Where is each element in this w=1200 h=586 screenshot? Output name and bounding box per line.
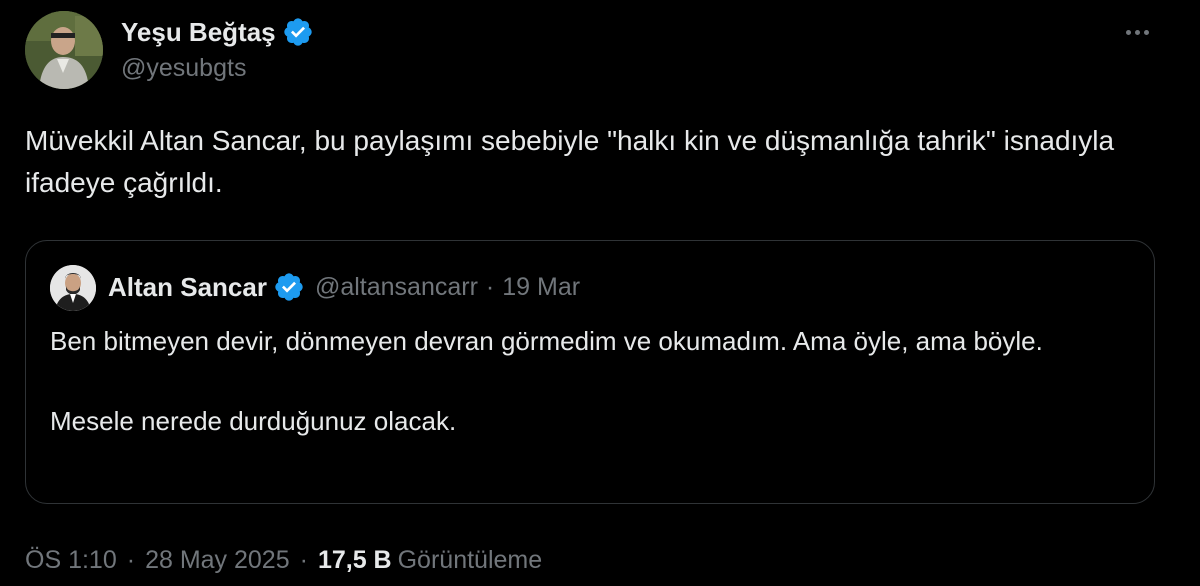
tweet-date[interactable]: 28 May 2025 — [145, 546, 290, 575]
author-avatar[interactable] — [25, 11, 103, 89]
quoted-author-handle[interactable]: @altansancarr — [315, 273, 478, 302]
more-horizontal-icon — [1124, 29, 1151, 35]
author-name-row: Yeşu Beğtaş — [121, 14, 314, 50]
quoted-tweet-date[interactable]: 19 Mar — [502, 273, 580, 302]
tweet-text: Müvekkil Altan Sancar, bu paylaşımı sebe… — [25, 125, 1115, 198]
author-display-name[interactable]: Yeşu Beğtaş — [121, 17, 276, 48]
quoted-tweet-text: Ben bitmeyen devir, dönmeyen devran görm… — [50, 326, 1043, 436]
views-label: Görüntüleme — [397, 545, 543, 574]
verified-badge-icon[interactable] — [282, 16, 314, 48]
separator-dot: · — [126, 545, 136, 574]
quoted-author-display-name[interactable]: Altan Sancar — [108, 272, 267, 303]
verified-badge-icon[interactable] — [273, 271, 305, 303]
person-photo-avatar-icon — [50, 265, 96, 311]
quoted-tweet-header: Altan Sancar @altansancarr · 19 Mar — [108, 269, 580, 305]
author-handle[interactable]: @yesubgts — [121, 54, 246, 83]
separator-dot: · — [485, 272, 495, 301]
quoted-tweet-card[interactable]: Altan Sancar @altansancarr · 19 Mar Ben … — [25, 240, 1155, 504]
person-photo-avatar-icon — [25, 11, 103, 89]
quoted-author-avatar[interactable] — [50, 265, 96, 311]
separator-dot: · — [299, 545, 308, 574]
tweet-meta: ÖS 1:10 · 28 May 2025 · 17,5 B Görüntüle… — [25, 542, 542, 578]
views-count[interactable]: 17,5 B — [318, 546, 392, 575]
tweet: Yeşu Beğtaş @yesubgts Müvekkil Altan San… — [0, 0, 1200, 586]
more-options-button[interactable] — [1112, 14, 1162, 50]
tweet-time[interactable]: ÖS 1:10 — [25, 546, 117, 575]
